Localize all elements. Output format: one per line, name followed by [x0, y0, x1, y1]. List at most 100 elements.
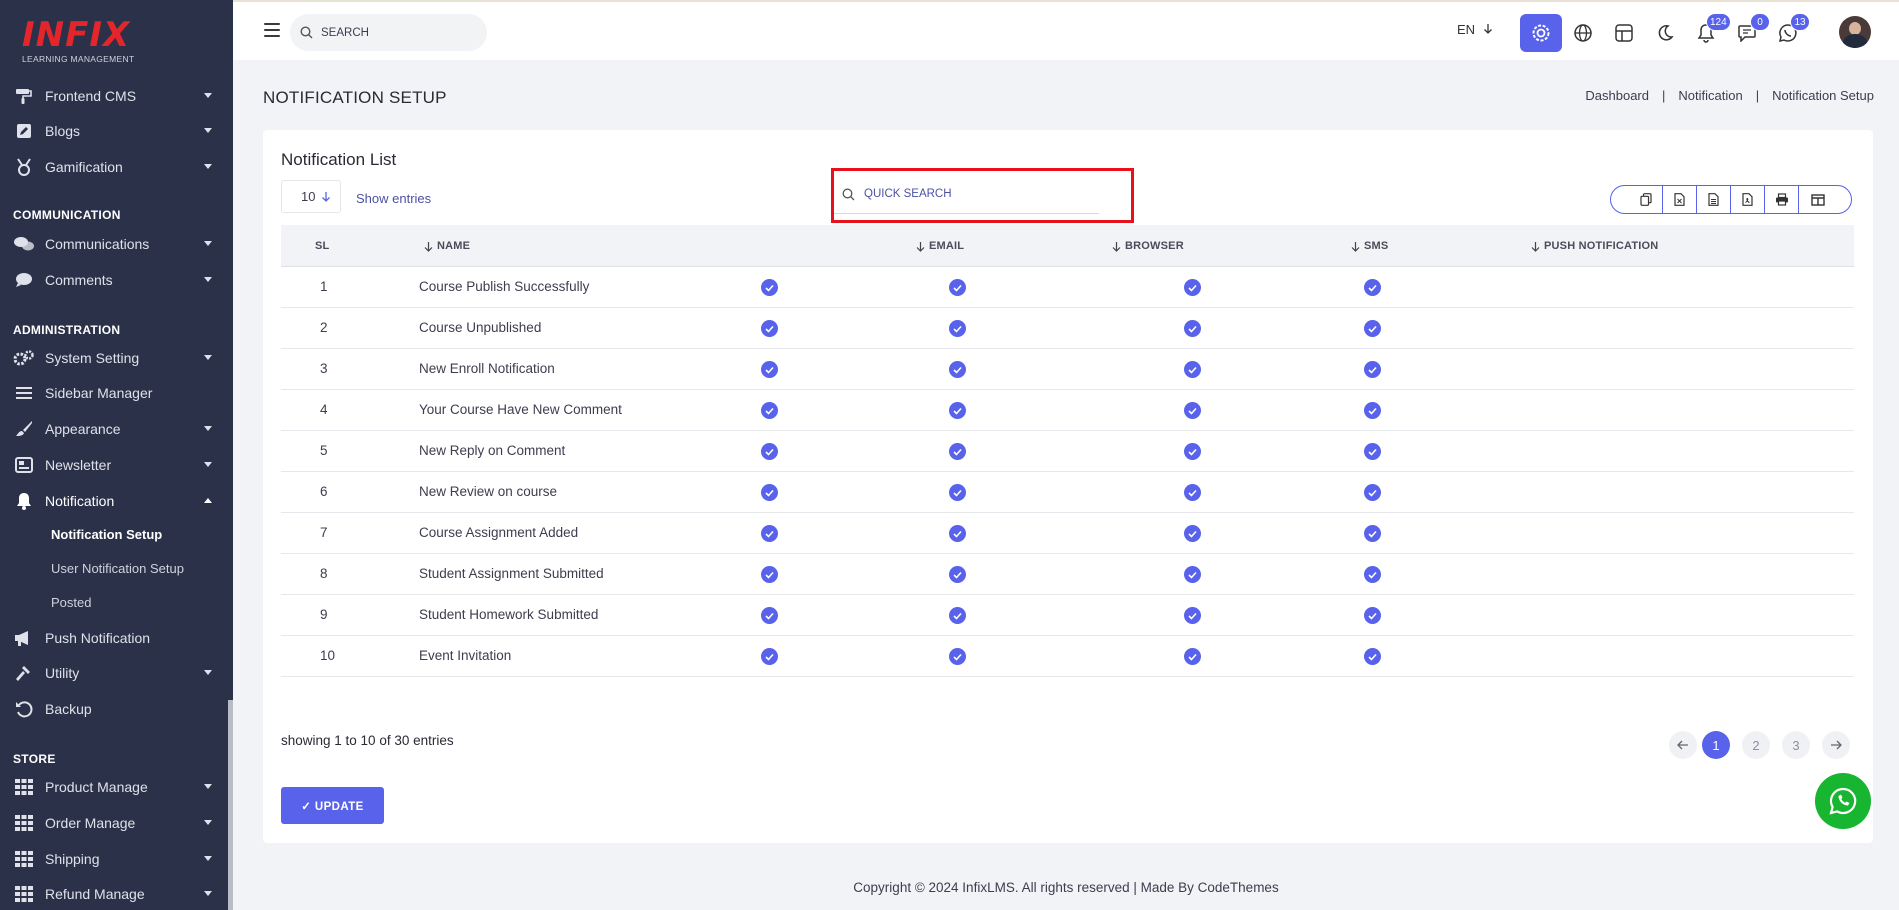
sms-checkbox[interactable]	[1184, 402, 1201, 419]
language-selector[interactable]: EN	[1457, 22, 1493, 37]
browser-checkbox[interactable]	[949, 361, 966, 378]
sms-checkbox[interactable]	[1184, 566, 1201, 583]
sms-checkbox[interactable]	[1184, 525, 1201, 542]
browser-checkbox[interactable]	[949, 320, 966, 337]
settings-button[interactable]	[1520, 14, 1562, 52]
sidebar-item-refund-manage[interactable]: Refund Manage	[0, 878, 228, 910]
column-header-email[interactable]: EMAIL	[916, 240, 964, 252]
breadcrumb-notification[interactable]: Notification	[1678, 88, 1742, 103]
email-checkbox[interactable]	[761, 648, 778, 665]
sidebar-subitem-user-notification-setup[interactable]: User Notification Setup	[51, 561, 184, 576]
sidebar-item-sidebar-manager[interactable]: Sidebar Manager	[0, 377, 228, 409]
sms-checkbox[interactable]	[1184, 320, 1201, 337]
sidebar-item-utility[interactable]: Utility	[0, 657, 228, 689]
logo[interactable]: INFIX LEARNING MANAGEMENT	[22, 18, 142, 70]
column-header-push-notification[interactable]: PUSH NOTIFICATION	[1531, 240, 1658, 252]
row-name: Student Assignment Submitted	[419, 566, 604, 581]
top-search-input[interactable]	[321, 26, 471, 39]
sidebar-item-gamification[interactable]: Gamification	[0, 151, 228, 183]
email-checkbox[interactable]	[761, 484, 778, 501]
push-notification-checkbox[interactable]	[1364, 402, 1381, 419]
globe-button[interactable]	[1562, 14, 1604, 52]
browser-checkbox[interactable]	[949, 402, 966, 419]
copy-button[interactable]	[1629, 186, 1663, 213]
email-checkbox[interactable]	[761, 402, 778, 419]
sidebar-item-frontend-cms[interactable]: Frontend CMS	[0, 80, 228, 112]
email-checkbox[interactable]	[761, 607, 778, 624]
sms-checkbox[interactable]	[1184, 484, 1201, 501]
sidebar-item-product-manage[interactable]: Product Manage	[0, 771, 228, 803]
push-notification-checkbox[interactable]	[1364, 361, 1381, 378]
sms-checkbox[interactable]	[1184, 648, 1201, 665]
sms-checkbox[interactable]	[1184, 361, 1201, 378]
browser-checkbox[interactable]	[949, 566, 966, 583]
sidebar-item-communications[interactable]: Communications	[0, 228, 228, 260]
column-header-browser[interactable]: BROWSER	[1112, 240, 1184, 252]
page-length-select[interactable]: 10	[281, 180, 341, 213]
breadcrumb-dashboard[interactable]: Dashboard	[1585, 88, 1649, 103]
sidebar-item-shipping[interactable]: Shipping	[0, 843, 228, 875]
push-notification-checkbox[interactable]	[1364, 279, 1381, 296]
check-icon	[765, 407, 774, 415]
pagination-prev[interactable]	[1669, 731, 1697, 759]
layout-button[interactable]	[1603, 14, 1645, 52]
whatsapp-float-button[interactable]	[1815, 773, 1871, 829]
email-checkbox[interactable]	[761, 279, 778, 296]
push-notification-checkbox[interactable]	[1364, 443, 1381, 460]
pagination-page-3[interactable]: 3	[1782, 731, 1810, 759]
column-visibility-button[interactable]	[1799, 186, 1836, 213]
sidebar-subitem-posted[interactable]: Posted	[51, 595, 91, 610]
push-notification-checkbox[interactable]	[1364, 648, 1381, 665]
browser-checkbox[interactable]	[949, 443, 966, 460]
messages-button[interactable]: 0	[1726, 13, 1770, 52]
sms-checkbox[interactable]	[1184, 443, 1201, 460]
sms-checkbox[interactable]	[1184, 279, 1201, 296]
email-checkbox[interactable]	[761, 361, 778, 378]
browser-checkbox[interactable]	[949, 525, 966, 542]
email-checkbox[interactable]	[761, 320, 778, 337]
browser-checkbox[interactable]	[949, 648, 966, 665]
sidebar-item-blogs[interactable]: Blogs	[0, 115, 228, 147]
whatsapp-chat-button[interactable]: 13	[1767, 13, 1810, 52]
notifications-button[interactable]: 124	[1685, 13, 1731, 52]
caret-down-icon	[204, 856, 212, 861]
pagination-page-2[interactable]: 2	[1742, 731, 1770, 759]
quick-search-input[interactable]	[864, 188, 1084, 200]
email-checkbox[interactable]	[761, 525, 778, 542]
sidebar-item-comments[interactable]: Comments	[0, 264, 228, 296]
column-header-name[interactable]: NAME	[424, 240, 470, 252]
browser-checkbox[interactable]	[949, 607, 966, 624]
pdf-export-button[interactable]	[1731, 186, 1765, 213]
push-notification-checkbox[interactable]	[1364, 320, 1381, 337]
top-search-bar[interactable]	[290, 14, 487, 51]
quick-search-box[interactable]	[831, 175, 1099, 214]
browser-checkbox[interactable]	[949, 484, 966, 501]
sidebar-item-appearance[interactable]: Appearance	[0, 413, 228, 445]
column-header-sms[interactable]: SMS	[1351, 240, 1388, 252]
pagination-page-1[interactable]: 1	[1702, 731, 1730, 759]
menu-toggle-icon[interactable]	[264, 23, 280, 37]
sidebar-item-system-setting[interactable]: System Setting	[0, 342, 228, 374]
sidebar-item-order-manage[interactable]: Order Manage	[0, 807, 228, 839]
sidebar-subitem-notification-setup[interactable]: Notification Setup	[51, 527, 162, 542]
browser-checkbox[interactable]	[949, 279, 966, 296]
excel-export-button[interactable]	[1663, 186, 1697, 213]
sidebar-item-backup[interactable]: Backup	[0, 693, 228, 725]
push-notification-checkbox[interactable]	[1364, 566, 1381, 583]
push-notification-checkbox[interactable]	[1364, 607, 1381, 624]
sms-checkbox[interactable]	[1184, 607, 1201, 624]
print-button[interactable]	[1765, 186, 1799, 213]
sidebar-item-newsletter[interactable]: Newsletter	[0, 449, 228, 481]
pagination-next[interactable]	[1822, 731, 1850, 759]
email-checkbox[interactable]	[761, 566, 778, 583]
push-notification-checkbox[interactable]	[1364, 525, 1381, 542]
user-avatar[interactable]	[1839, 16, 1871, 48]
push-notification-checkbox[interactable]	[1364, 484, 1381, 501]
csv-export-button[interactable]	[1697, 186, 1731, 213]
update-button[interactable]: ✓ UPDATE	[281, 787, 384, 824]
email-checkbox[interactable]	[761, 443, 778, 460]
sidebar-item-notification[interactable]: Notification	[0, 485, 228, 517]
dark-mode-toggle[interactable]	[1644, 14, 1686, 52]
sidebar-item-push-notification[interactable]: Push Notification	[0, 622, 228, 654]
sidebar-scrollbar[interactable]	[228, 700, 233, 910]
